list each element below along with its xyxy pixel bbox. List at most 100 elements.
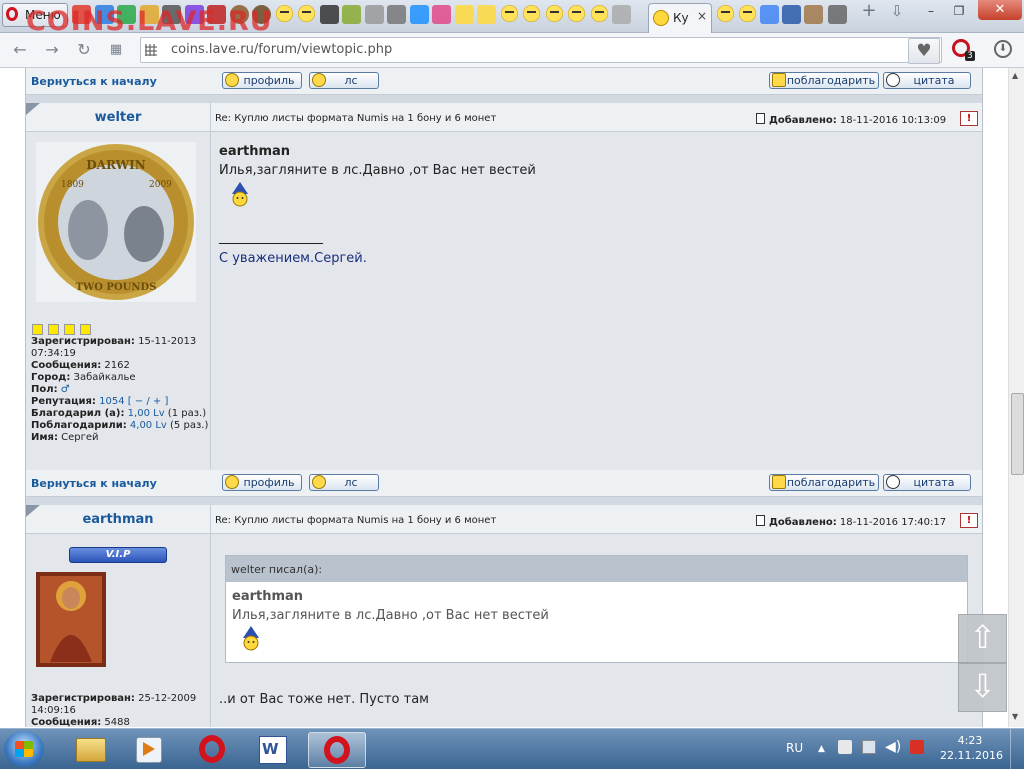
smile-favicon-icon[interactable] — [297, 5, 316, 24]
windows-taskbar: W RU ▲ ◀) 4:23 22.11.2016 — [0, 728, 1024, 769]
was-thanked-value[interactable]: 4,00 Lv — [130, 420, 167, 431]
reload-icon[interactable]: ↻ — [74, 41, 94, 59]
body-divider — [210, 534, 211, 727]
smile-favicon-icon[interactable] — [499, 5, 519, 24]
start-button[interactable] — [4, 731, 44, 767]
active-tab-label: Ку — [673, 11, 689, 25]
site-favicon-icon[interactable] — [207, 5, 226, 24]
forward-icon[interactable]: → — [42, 41, 62, 59]
quote-button[interactable]: цитата — [883, 474, 971, 491]
network-icon[interactable] — [862, 740, 876, 754]
site-favicon-icon[interactable] — [782, 5, 801, 24]
added-label: Добавлено: — [769, 517, 837, 528]
word-taskbar-button[interactable]: W — [246, 732, 298, 766]
back-to-top-link[interactable]: Вернуться к началу — [31, 75, 157, 88]
post-date: Добавлено: 18-11-2016 10:13:09 — [756, 113, 946, 126]
site-favicon-icon[interactable] — [760, 5, 779, 24]
site-favicon-icon[interactable] — [72, 5, 91, 24]
site-favicon-icon[interactable] — [319, 5, 339, 24]
scroll-up-button[interactable]: ⇧ — [958, 614, 1007, 663]
site-favicon-icon[interactable] — [342, 5, 361, 24]
profile-button[interactable]: профиль — [222, 474, 302, 491]
media-player-taskbar-button[interactable] — [122, 732, 174, 766]
messages-label: Сообщения: — [31, 717, 102, 727]
site-favicon-icon[interactable] — [364, 5, 384, 24]
back-icon[interactable]: ← — [10, 41, 30, 59]
scroll-arrow-down-icon[interactable]: ▼ — [1012, 712, 1018, 721]
opera-taskbar-button[interactable] — [186, 732, 238, 766]
maximize-button[interactable]: ❐ — [946, 2, 972, 20]
opera-turbo-icon[interactable]: 3 — [952, 39, 975, 61]
thanks-button[interactable]: поблагодарить — [769, 474, 879, 491]
reputation-value[interactable]: 1054 — [99, 396, 124, 407]
post-author[interactable]: earthman — [26, 512, 210, 527]
language-indicator[interactable]: RU — [786, 741, 803, 755]
site-favicon-icon[interactable] — [139, 5, 159, 24]
speed-dial-grid-icon[interactable]: ▦ — [106, 41, 126, 59]
site-favicon-icon[interactable] — [387, 5, 406, 24]
coin-favicon-icon[interactable] — [252, 5, 271, 24]
site-favicon-icon[interactable] — [612, 5, 631, 24]
quote-button[interactable]: цитата — [883, 72, 971, 89]
close-window-button[interactable]: ✕ — [978, 0, 1022, 20]
post-author[interactable]: welter — [26, 110, 210, 125]
scroll-down-button[interactable]: ⇩ — [958, 663, 1007, 712]
pm-button[interactable]: лс — [309, 474, 379, 491]
system-clock[interactable]: 4:23 22.11.2016 — [940, 733, 1003, 763]
site-favicon-icon[interactable] — [117, 5, 136, 24]
page-info-icon[interactable] — [145, 44, 157, 56]
site-favicon-icon[interactable] — [184, 5, 204, 24]
site-favicon-icon[interactable] — [828, 5, 847, 24]
tab-close-icon[interactable]: × — [697, 9, 707, 23]
report-button[interactable]: ! — [960, 111, 978, 126]
site-favicon-icon[interactable] — [454, 5, 474, 24]
back-to-top-link[interactable]: Вернуться к началу — [31, 477, 157, 490]
profile-button[interactable]: профиль — [222, 72, 302, 89]
report-button[interactable]: ! — [960, 513, 978, 528]
bookmark-heart-icon[interactable]: ♥ — [908, 38, 940, 64]
coin-favicon-icon[interactable] — [229, 5, 249, 24]
navigation-bar: ← → ↻ ▦ coins.lave.ru/forum/viewtopic.ph… — [0, 33, 1024, 68]
vertical-scrollbar[interactable]: ▲ ▼ — [1008, 68, 1024, 727]
site-favicon-icon[interactable] — [804, 5, 823, 24]
address-bar[interactable]: coins.lave.ru/forum/viewtopic.php — [140, 37, 942, 63]
antivirus-icon[interactable] — [910, 740, 924, 754]
reputation-controls[interactable]: [ − / + ] — [128, 396, 169, 407]
thanked-value[interactable]: 1,00 Lv — [128, 408, 165, 419]
rank-square — [64, 324, 76, 335]
pm-button[interactable]: лс — [309, 72, 379, 89]
minimize-button[interactable]: – — [918, 2, 944, 20]
smile-favicon-icon[interactable] — [567, 5, 586, 24]
site-favicon-icon[interactable] — [94, 5, 114, 24]
smile-favicon-icon[interactable] — [589, 5, 609, 24]
tab-menu-icon[interactable]: ⇩ — [884, 2, 910, 20]
messages-value: 5488 — [104, 717, 130, 727]
scrollbar-thumb[interactable] — [1011, 393, 1024, 475]
volume-icon[interactable]: ◀) — [885, 739, 901, 755]
post-separator — [26, 95, 982, 103]
address-url[interactable]: coins.lave.ru/forum/viewtopic.php — [171, 42, 392, 57]
smile-favicon-icon[interactable] — [544, 5, 564, 24]
opera-active-taskbar-button[interactable] — [308, 732, 366, 768]
author-profile: Зарегистрирован: 15-11-2013 07:34:19 Соо… — [31, 336, 209, 444]
site-favicon-icon[interactable] — [409, 5, 429, 24]
action-center-flag-icon[interactable] — [838, 740, 852, 754]
site-favicon-icon[interactable] — [477, 5, 496, 24]
opera-menu-button[interactable]: Меню — [2, 3, 68, 27]
site-favicon-icon[interactable] — [432, 5, 451, 24]
site-favicon-icon[interactable] — [162, 5, 181, 24]
thanks-button[interactable]: поблагодарить — [769, 72, 879, 89]
smile-favicon-icon[interactable] — [522, 5, 541, 24]
explorer-taskbar-button[interactable] — [64, 732, 116, 766]
tray-expand-icon[interactable]: ▲ — [818, 744, 825, 754]
profile-registered: Зарегистрирован: 25-12-2009 14:09:16 — [31, 693, 209, 717]
active-tab[interactable]: Ку × — [648, 3, 712, 33]
smile-favicon-icon[interactable] — [716, 5, 735, 24]
rank-square — [48, 324, 60, 335]
show-desktop-button[interactable] — [1010, 729, 1024, 769]
smile-favicon-icon[interactable] — [274, 5, 294, 24]
new-tab-icon[interactable]: + — [856, 2, 882, 20]
smile-favicon-icon[interactable] — [738, 5, 757, 24]
scroll-arrow-up-icon[interactable]: ▲ — [1012, 71, 1018, 80]
downloads-icon[interactable]: ⬇ — [994, 40, 1012, 58]
